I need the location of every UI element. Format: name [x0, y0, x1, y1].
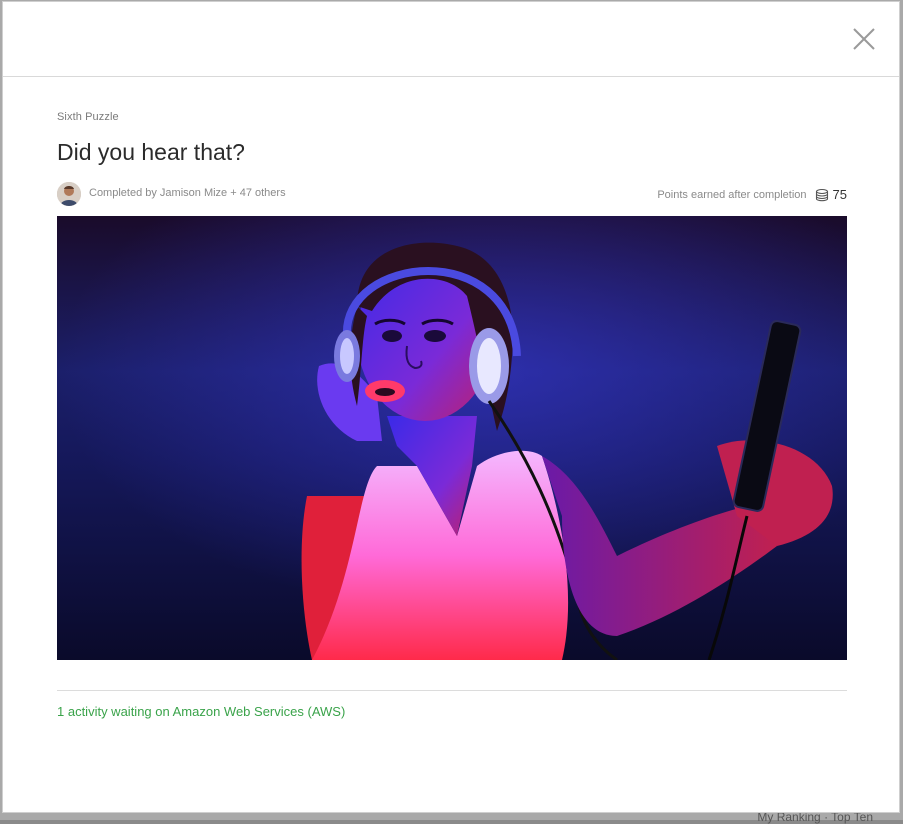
avatar[interactable] [57, 182, 81, 206]
puzzle-title: Did you hear that? [57, 139, 245, 165]
coins-icon [815, 188, 828, 201]
puzzle-eyebrow: Sixth Puzzle [57, 111, 119, 123]
meta-row: Completed by Jamison Mize + 47 others Po… [57, 182, 847, 206]
points-info: Points earned after completion 75 [657, 187, 847, 202]
puzzle-modal: Sixth Puzzle Did you hear that? Complete… [2, 1, 900, 813]
modal-content: Sixth Puzzle Did you hear that? Complete… [57, 76, 847, 721]
activity-waiting-link[interactable]: 1 activity waiting on Amazon Web Service… [57, 704, 345, 719]
points-label: Points earned after completion [657, 188, 807, 201]
divider [57, 690, 847, 691]
modal-header [3, 2, 899, 77]
completed-by-text: Completed by Jamison Mize + 47 others [89, 187, 286, 199]
close-button[interactable] [851, 26, 877, 52]
close-icon [853, 28, 875, 50]
points-value: 75 [832, 187, 847, 202]
puzzle-hero-image [57, 216, 847, 660]
